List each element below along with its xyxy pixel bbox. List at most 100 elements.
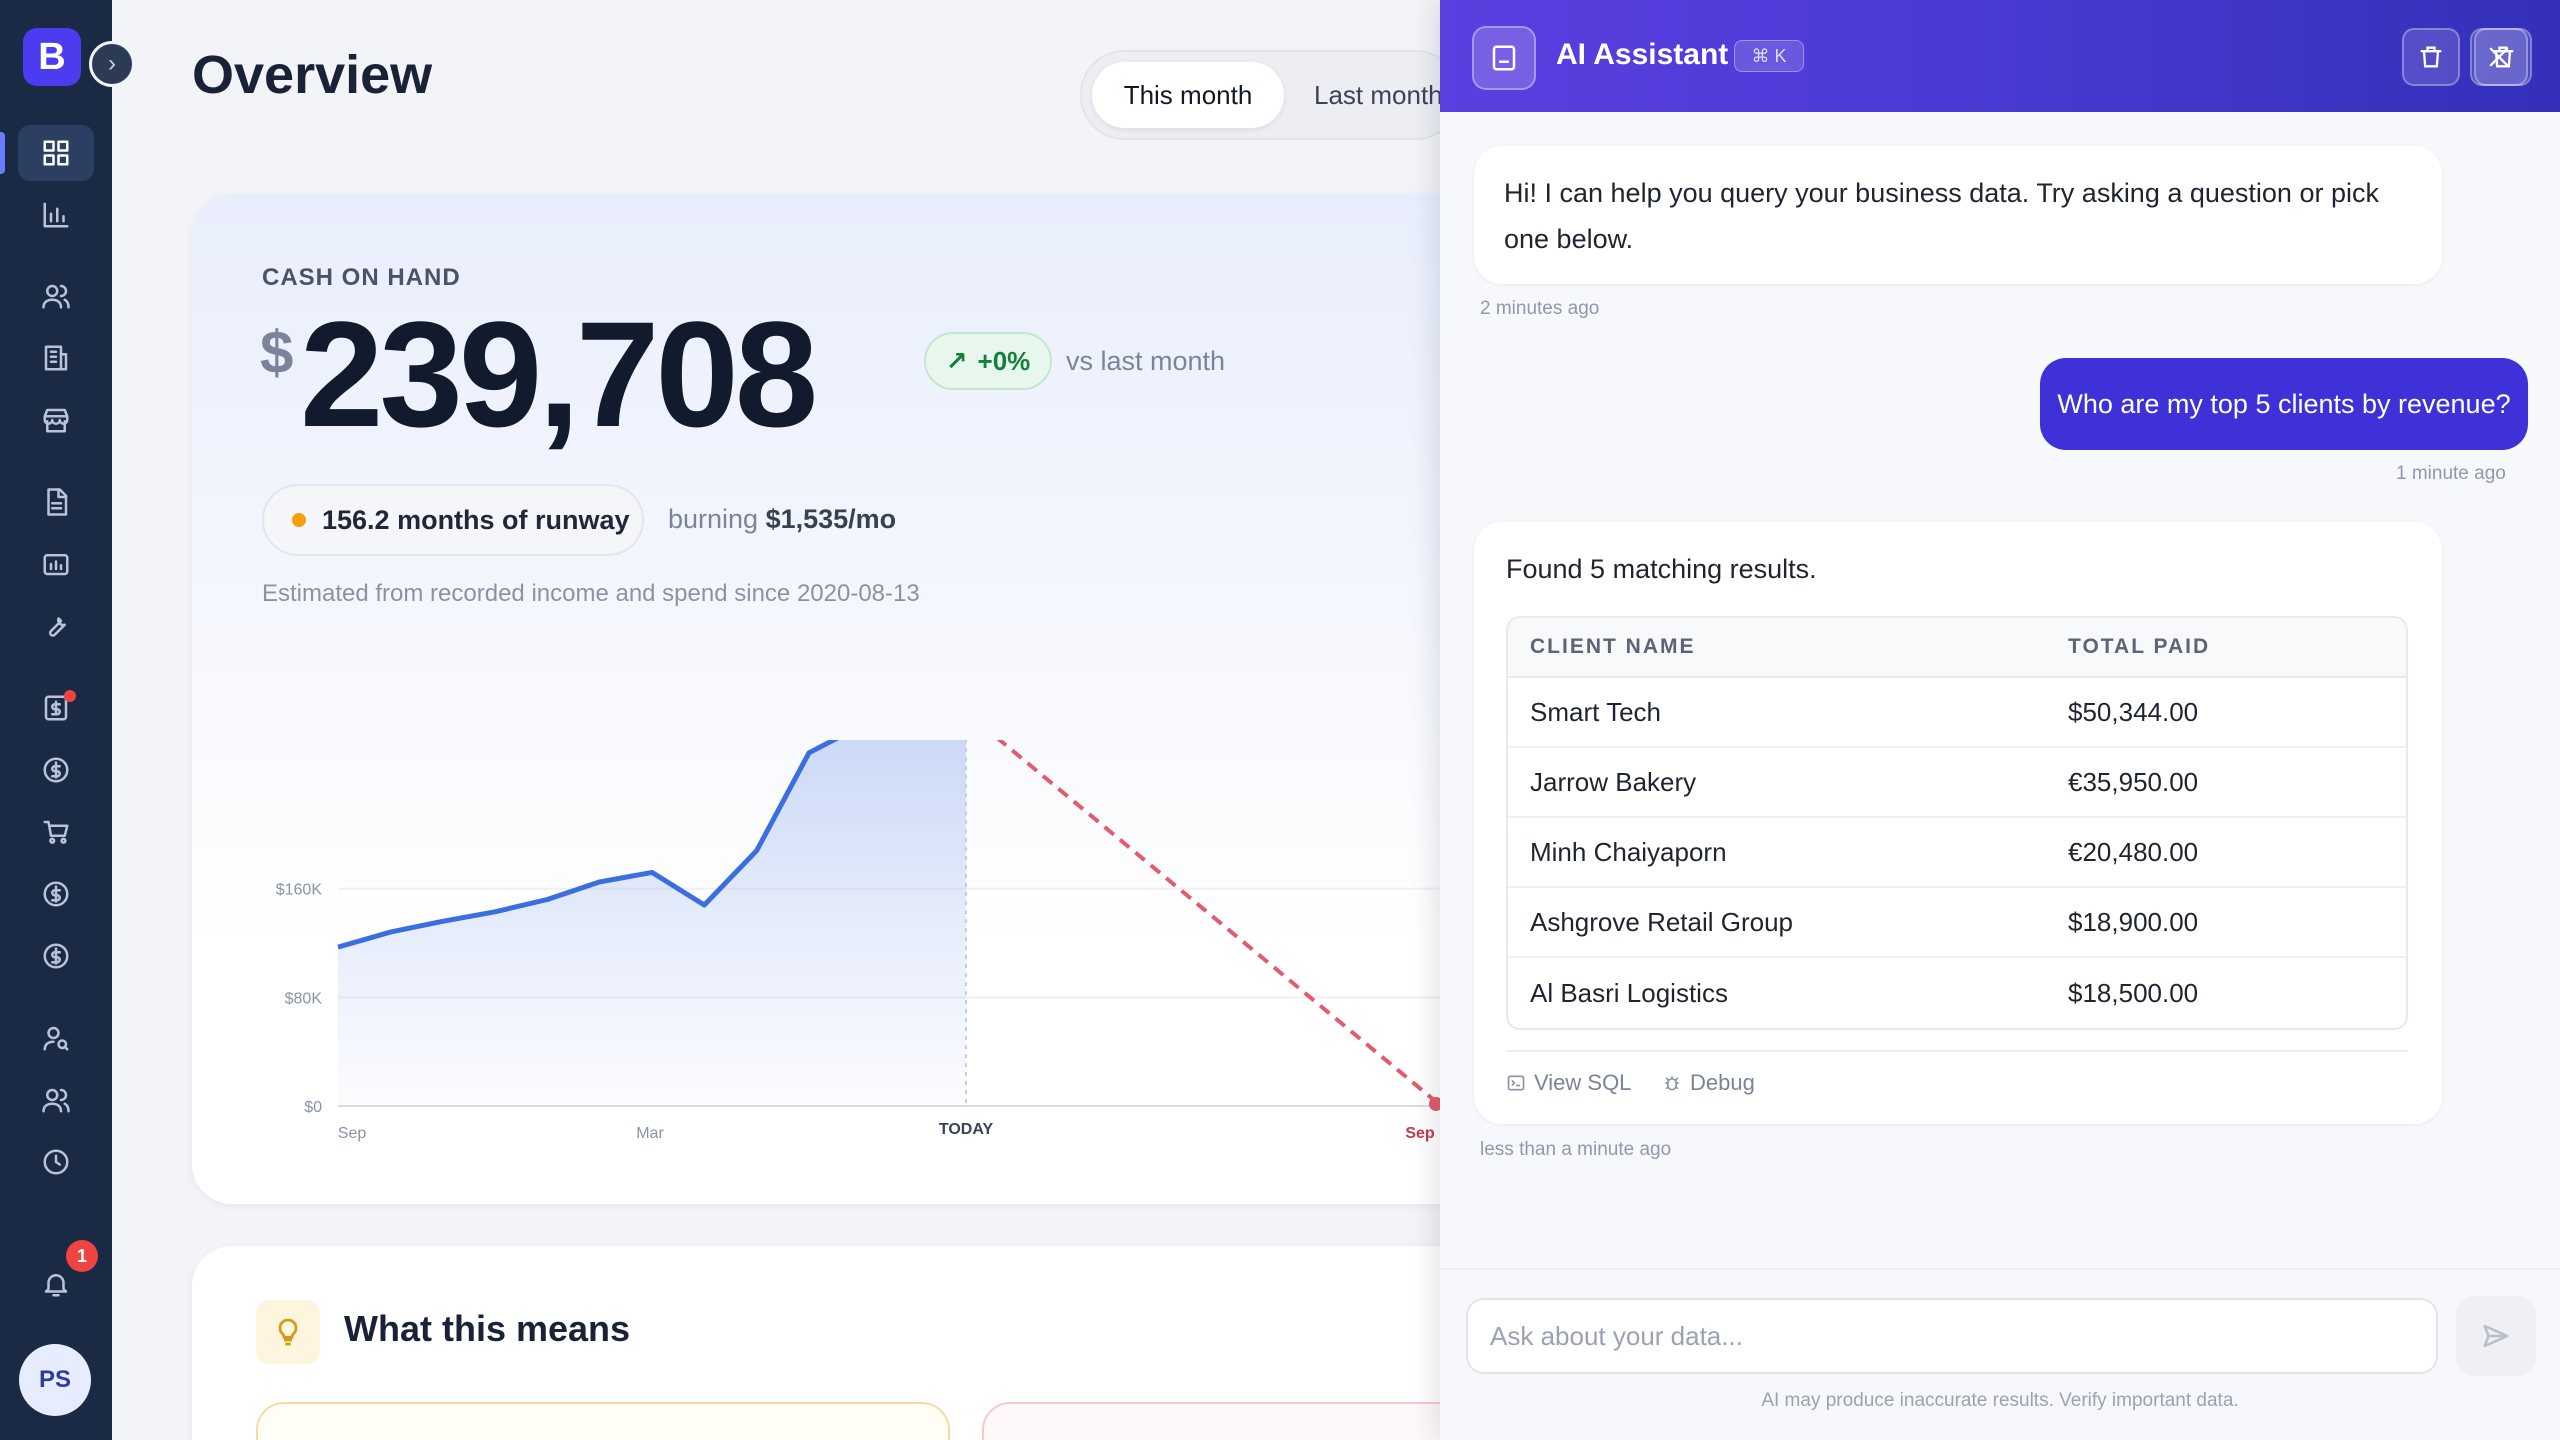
estimate-note: Estimated from recorded income and spend… [262,580,920,607]
results-intro: Found 5 matching results. [1506,554,1817,584]
wrench-icon [48,617,66,637]
user-message: Who are my top 5 clients by revenue? [2040,358,2528,450]
chevron-right-icon: › [108,50,116,77]
x-tick-label: Sep [338,1125,367,1142]
sidebar-item-companies[interactable] [18,330,94,386]
column-header: TOTAL PAID [2068,635,2211,658]
send-button[interactable] [2456,1296,2536,1376]
dollar-circle-icon [43,757,69,783]
view-sql-button[interactable]: View SQL [1506,1070,1631,1096]
cash-forecast-chart: $160K$80K$0with incomeSepMarTODAYSep [276,740,1440,1142]
greeting-text: Hi! I can help you query your business d… [1504,178,2379,254]
users-icon [42,284,70,309]
report-folder-icon [43,554,69,576]
user-avatar[interactable]: PS [19,1344,91,1416]
sidebar-item-dashboard[interactable] [18,125,94,181]
sidebar: B PS [0,0,112,1440]
notification-count-badge: 1 [66,1240,98,1272]
cart-icon [43,820,69,844]
sidebar-item-store[interactable] [18,392,94,448]
bot-badge [1472,26,1536,90]
terminal-icon [1507,1075,1525,1091]
debug-button[interactable]: Debug [1662,1070,1755,1096]
arrow-up-right-icon: ↗ [945,345,968,376]
client-name: Jarrow Bakery [1530,766,1697,797]
tab-this-month[interactable]: This month [1092,62,1284,128]
y-tick-label: $160K [276,882,323,899]
y-tick-label: $80K [285,990,323,1007]
table-row: Al Basri Logistics $18,500.00 [1508,958,2406,1028]
active-indicator [0,132,5,174]
trash-icon [2420,46,2442,68]
sidebar-item-reports[interactable] [18,536,94,592]
team-icon [42,1088,70,1113]
sidebar-item-tools[interactable] [18,598,94,654]
assistant-title: AI Assistant [1556,38,1729,71]
client-name: Minh Chaiyaporn [1530,836,1727,867]
sidebar-item-expenses[interactable] [18,866,94,922]
runway-text: 156.2 months of runway [322,504,630,535]
table-row: Ashgrove Retail Group $18,900.00 [1508,888,2406,958]
total-paid: $18,500.00 [2068,977,2199,1008]
clear-chat-button[interactable] [2402,28,2460,86]
ai-disclaimer: AI may produce inaccurate results. Verif… [1761,1390,2239,1411]
sidebar-item-revenue[interactable] [18,928,94,984]
close-icon [2489,47,2509,67]
period-switch: This month Last month [1080,50,1460,140]
x-tick-label: Sep [1405,1125,1435,1142]
document-icon [47,488,68,516]
user-search-icon [43,1026,69,1051]
change-badge: ↗ +0% [924,332,1052,390]
assistant-message: Hi! I can help you query your business d… [1474,146,2442,284]
burn-rate: burning $1,535/mo [668,504,896,535]
client-name: Al Basri Logistics [1530,977,1728,1008]
sidebar-item-documents[interactable] [18,474,94,530]
send-icon [2483,1324,2509,1348]
sidebar-item-team[interactable] [18,1072,94,1128]
currency-symbol: $ [260,319,294,386]
keyboard-shortcut: ⌘ K [1734,40,1804,72]
unread-dot [64,690,76,702]
burn-amount: $1,535/mo [765,504,897,534]
runway-pill: 156.2 months of runway [262,484,644,556]
table-row: Minh Chaiyaporn €20,480.00 [1508,818,2406,888]
sidebar-item-invoices[interactable] [18,680,94,736]
total-paid: $18,900.00 [2068,906,2199,937]
message-timestamp: less than a minute ago [1480,1139,1672,1160]
debug-label: Debug [1690,1070,1755,1095]
chat-input[interactable] [1466,1298,2438,1374]
sidebar-item-payments[interactable] [18,742,94,798]
divider [1506,1050,2408,1052]
dollar-circle-icon [43,881,69,907]
sidebar-collapse-button[interactable]: › [89,41,135,87]
change-value: +0% [977,345,1031,376]
sidebar-item-analytics[interactable] [18,187,94,243]
insights-title: What this means [344,1308,631,1349]
building-icon [44,345,68,371]
sidebar-item-clients[interactable] [18,268,94,324]
y-tick-label: $0 [304,1099,322,1116]
table-header: CLIENT NAME TOTAL PAID [1508,618,2406,678]
sidebar-item-history[interactable] [18,1134,94,1190]
dollar-circle-icon [43,943,69,969]
assistant-header: AI Assistant ⌘ K [1440,0,2560,112]
projection-burn-line [996,740,1436,1102]
sidebar-item-orders[interactable] [18,804,94,860]
app-logo[interactable]: B [23,28,81,86]
message-timestamp: 1 minute ago [2396,463,2506,484]
burn-prefix: burning [668,504,759,534]
bar-chart-icon [43,202,69,228]
results-table: CLIENT NAME TOTAL PAID Smart Tech $50,34… [1506,616,2408,1030]
column-header: CLIENT NAME [1530,635,1696,658]
client-name: Smart Tech [1530,696,1662,727]
total-paid: €35,950.00 [2068,766,2199,797]
close-panel-button[interactable] [2470,28,2528,86]
page-title: Overview [192,45,433,105]
insight-card-warning [256,1402,950,1440]
bell-icon [44,1274,68,1297]
total-paid: €20,480.00 [2068,836,2199,867]
table-row: Jarrow Bakery €35,950.00 [1508,748,2406,818]
bot-icon [1492,45,1516,71]
sidebar-item-contacts[interactable] [18,1010,94,1066]
lightbulb-icon [278,1318,298,1346]
